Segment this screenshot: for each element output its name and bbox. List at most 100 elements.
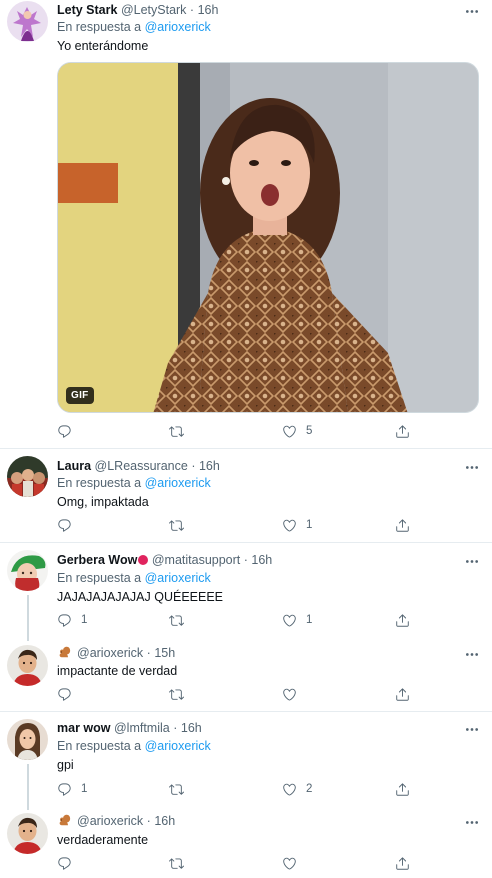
more-options-icon[interactable] bbox=[464, 555, 480, 565]
timestamp[interactable]: 16h bbox=[199, 459, 220, 473]
like-icon bbox=[282, 856, 297, 871]
like-button[interactable]: 1 bbox=[282, 516, 312, 534]
tweet-mar-wow[interactable]: mar wow @lmftmila · 16h En respuesta a @… bbox=[0, 712, 492, 810]
tweet-actions: 5 bbox=[57, 422, 437, 440]
tweet-actions: 1 1 bbox=[57, 611, 437, 629]
share-button[interactable] bbox=[395, 780, 410, 798]
avatar[interactable] bbox=[7, 813, 48, 854]
retweet-icon bbox=[169, 613, 184, 628]
like-button[interactable]: 5 bbox=[282, 422, 312, 440]
display-name[interactable]: Lety Stark bbox=[57, 3, 117, 17]
timestamp[interactable]: 15h bbox=[154, 646, 175, 660]
tweet-header: mar wow @lmftmila · 16h bbox=[57, 721, 202, 735]
share-icon bbox=[395, 613, 410, 628]
tweet-actions: 1 2 bbox=[57, 780, 437, 798]
avatar[interactable] bbox=[7, 1, 48, 42]
timestamp[interactable]: 16h bbox=[198, 3, 219, 17]
reply-button[interactable] bbox=[57, 685, 72, 703]
tweet-lety-stark[interactable]: Lety Stark @LetyStark · 16h En respuesta… bbox=[0, 0, 492, 450]
retweet-button[interactable] bbox=[169, 685, 184, 703]
reply-icon bbox=[57, 687, 72, 702]
gif-media[interactable]: GIF bbox=[57, 62, 479, 413]
user-handle[interactable]: @LetyStark bbox=[121, 3, 187, 17]
reply-context: En respuesta a @arioxerick bbox=[57, 476, 211, 490]
retweet-button[interactable] bbox=[169, 854, 184, 872]
like-icon bbox=[282, 613, 297, 628]
share-button[interactable] bbox=[395, 685, 410, 703]
share-icon bbox=[395, 518, 410, 533]
tweet-header: Lety Stark @LetyStark · 16h bbox=[57, 3, 219, 17]
share-button[interactable] bbox=[395, 516, 410, 534]
reply-context: En respuesta a @arioxerick bbox=[57, 571, 211, 585]
reply-context: En respuesta a @arioxerick bbox=[57, 20, 211, 34]
retweet-button[interactable] bbox=[169, 611, 184, 629]
timestamp[interactable]: 16h bbox=[154, 814, 175, 828]
tweet-laura[interactable]: Laura @LReassurance · 16h En respuesta a… bbox=[0, 449, 492, 542]
share-icon bbox=[395, 687, 410, 702]
like-icon bbox=[282, 424, 297, 439]
mention-link[interactable]: @arioxerick bbox=[145, 476, 211, 490]
tweet-gerbera-wow[interactable]: Gerbera Wow @matitasupport · 16h En resp… bbox=[0, 543, 492, 641]
retweet-button[interactable] bbox=[169, 780, 184, 798]
avatar[interactable] bbox=[7, 550, 48, 591]
more-options-icon[interactable] bbox=[464, 816, 480, 826]
more-options-icon[interactable] bbox=[464, 461, 480, 471]
tweet-actions bbox=[57, 854, 437, 872]
avatar[interactable] bbox=[7, 456, 48, 497]
display-name[interactable]: Laura bbox=[57, 459, 91, 473]
like-icon bbox=[282, 518, 297, 533]
like-count: 5 bbox=[306, 425, 313, 437]
avatar[interactable] bbox=[7, 645, 48, 686]
user-handle[interactable]: @arioxerick bbox=[77, 646, 143, 660]
mention-link[interactable]: @arioxerick bbox=[145, 571, 211, 585]
like-count: 1 bbox=[306, 519, 313, 531]
reply-context: En respuesta a @arioxerick bbox=[57, 739, 211, 753]
user-handle[interactable]: @LReassurance bbox=[95, 459, 188, 473]
tweet-actions: 1 bbox=[57, 516, 437, 534]
more-options-icon[interactable] bbox=[464, 648, 480, 658]
reply-button[interactable] bbox=[57, 854, 72, 872]
gif-badge: GIF bbox=[66, 387, 94, 404]
more-options-icon[interactable] bbox=[464, 723, 480, 733]
share-button[interactable] bbox=[395, 854, 410, 872]
tweet-arioxerick-reply-1[interactable]: @arioxerick · 15h impactante de verdad bbox=[0, 638, 492, 711]
more-options-icon[interactable] bbox=[464, 5, 480, 15]
retweet-button[interactable] bbox=[169, 422, 184, 440]
tweet-text: Yo enterándome bbox=[57, 39, 149, 53]
user-handle[interactable]: @matitasupport bbox=[152, 553, 240, 567]
gif-frame-image bbox=[58, 63, 478, 412]
mention-link[interactable]: @arioxerick bbox=[145, 739, 211, 753]
tweet-arioxerick-reply-2[interactable]: @arioxerick · 16h verdaderamente bbox=[0, 806, 492, 878]
thread-line bbox=[27, 595, 29, 641]
reply-button[interactable]: 1 bbox=[57, 780, 87, 798]
reply-icon bbox=[57, 782, 72, 797]
tweet-header: @arioxerick · 15h bbox=[57, 645, 175, 661]
tweet-header: @arioxerick · 16h bbox=[57, 813, 175, 829]
retweet-icon bbox=[169, 424, 184, 439]
like-button[interactable]: 2 bbox=[282, 780, 312, 798]
share-icon bbox=[395, 782, 410, 797]
like-icon bbox=[282, 782, 297, 797]
reply-button[interactable]: 1 bbox=[57, 611, 87, 629]
like-button[interactable] bbox=[282, 854, 297, 872]
like-icon bbox=[282, 687, 297, 702]
squirrel-emoji-icon bbox=[57, 813, 71, 827]
display-name[interactable]: Gerbera Wow bbox=[57, 553, 137, 567]
avatar[interactable] bbox=[7, 719, 48, 760]
retweet-button[interactable] bbox=[169, 516, 184, 534]
display-name[interactable]: mar wow bbox=[57, 721, 111, 735]
timestamp[interactable]: 16h bbox=[181, 721, 202, 735]
share-button[interactable] bbox=[395, 611, 410, 629]
reply-button[interactable] bbox=[57, 422, 72, 440]
reply-count: 1 bbox=[81, 614, 88, 626]
mention-link[interactable]: @arioxerick bbox=[145, 20, 211, 34]
like-button[interactable] bbox=[282, 685, 297, 703]
thread-line bbox=[27, 764, 29, 810]
timestamp[interactable]: 16h bbox=[251, 553, 272, 567]
user-handle[interactable]: @arioxerick bbox=[77, 814, 143, 828]
share-button[interactable] bbox=[395, 422, 410, 440]
like-button[interactable]: 1 bbox=[282, 611, 312, 629]
reply-button[interactable] bbox=[57, 516, 72, 534]
tweet-actions bbox=[57, 685, 437, 703]
user-handle[interactable]: @lmftmila bbox=[114, 721, 170, 735]
